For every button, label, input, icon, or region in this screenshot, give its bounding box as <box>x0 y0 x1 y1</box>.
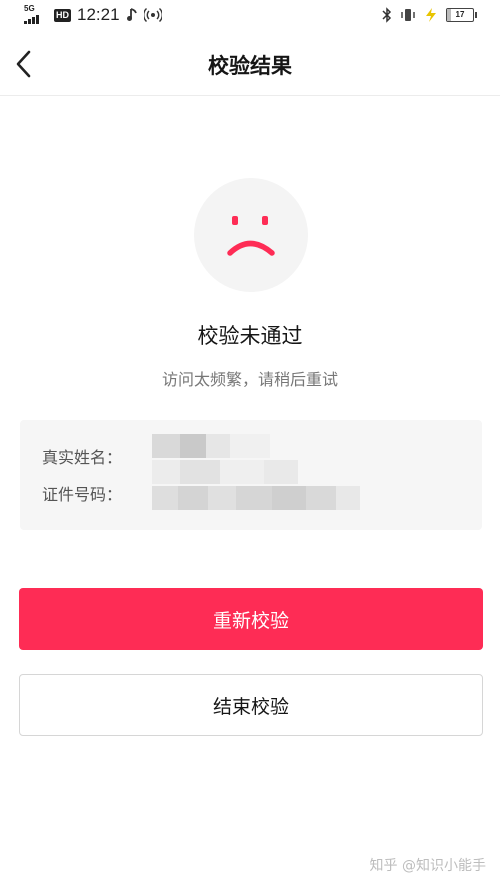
status-right: 17 <box>382 6 477 24</box>
mosaic-redaction <box>152 460 298 484</box>
vibrate-icon <box>401 9 415 21</box>
hotspot-icon <box>143 7 162 23</box>
end-button[interactable]: 结束校验 <box>19 674 483 736</box>
page-title: 校验结果 <box>208 54 292 78</box>
status-bar: 5G HD 12:21 17 <box>0 0 500 30</box>
bluetooth-icon <box>382 7 392 23</box>
result-description: 访问太频繁，请稍后重试 <box>161 370 338 389</box>
music-note-icon <box>126 8 137 21</box>
watermark: 知乎 @知识小能手 <box>369 858 486 874</box>
battery-percent: 17 <box>455 10 465 19</box>
nav-bar: 校验结果 <box>0 32 500 96</box>
charging-icon <box>426 8 436 22</box>
sad-face-icon <box>194 178 308 292</box>
name-label: 真实姓名： <box>42 448 123 467</box>
battery-icon: 17 <box>446 8 477 22</box>
retry-button[interactable]: 重新校验 <box>19 588 483 650</box>
id-value-redacted <box>152 486 360 510</box>
id-label: 证件号码： <box>42 485 123 504</box>
status-left: 5G HD 12:21 <box>24 4 162 26</box>
result-title: 校验未通过 <box>197 324 303 348</box>
status-time: 12:21 <box>77 5 120 24</box>
signal-icon: 5G <box>24 5 48 25</box>
hd-badge: HD <box>54 8 71 22</box>
network-label: 5G <box>24 4 35 13</box>
info-card: 真实姓名： 证件号码： <box>20 420 482 530</box>
name-value-redacted <box>152 434 270 458</box>
